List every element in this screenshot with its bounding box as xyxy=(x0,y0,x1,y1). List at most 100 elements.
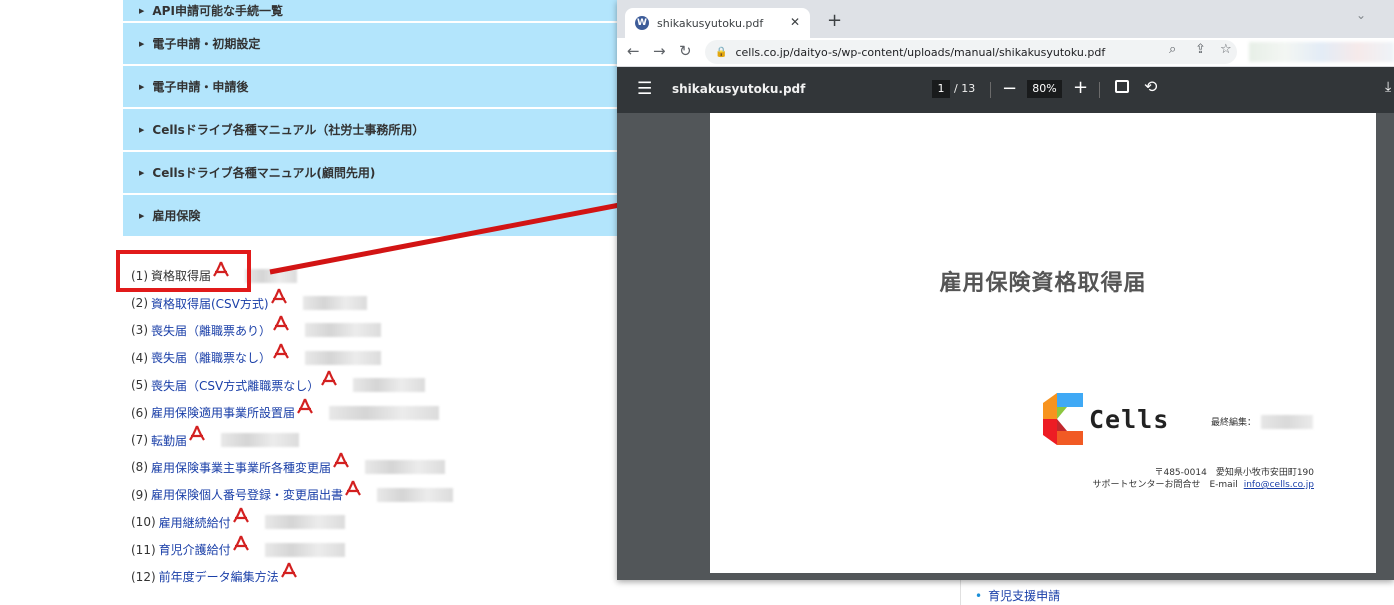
download-icon[interactable]: ⤓ xyxy=(1385,79,1391,95)
document-link[interactable]: 喪失届（CSV方式離職票なし） xyxy=(151,377,319,394)
document-link[interactable]: 雇用継続給付 xyxy=(159,514,231,531)
page-number-input[interactable]: 1 xyxy=(932,80,950,98)
document-link[interactable]: 喪失届（離職票なし） xyxy=(151,349,271,366)
wordpress-icon: W xyxy=(635,16,649,30)
accordion-api-list[interactable]: ▶ API申請可能な手続一覧 xyxy=(123,0,623,23)
redacted-date xyxy=(353,378,426,393)
document-link[interactable]: 雇用保険個人番号登録・変更届出書 xyxy=(151,486,343,503)
email-link[interactable]: info@cells.co.jp xyxy=(1244,480,1314,490)
zoom-input[interactable]: 80% xyxy=(1027,80,1062,98)
last-edited-label: 最終編集： xyxy=(1211,418,1257,428)
chevron-down-icon[interactable]: ⌄ xyxy=(1356,8,1366,22)
redacted-date xyxy=(245,268,298,283)
pdf-icon[interactable] xyxy=(273,343,289,361)
list-item: (6) 雇用保険適用事業所設置届 xyxy=(131,398,453,426)
accordion-employment-insurance[interactable]: ▶ 雇用保険 xyxy=(123,195,623,238)
browser-tab[interactable]: W shikakusyutoku.pdf ✕ xyxy=(625,8,810,38)
menu-icon[interactable]: ☰ xyxy=(637,79,652,99)
redacted-date xyxy=(221,433,300,448)
pdf-icon[interactable] xyxy=(297,398,313,416)
contact-line: サポートセンターお問合せ E-mail info@cells.co.jp xyxy=(1081,477,1314,490)
divider xyxy=(990,82,991,98)
zoom-in-icon[interactable]: + xyxy=(1073,77,1088,98)
pdf-icon[interactable] xyxy=(189,425,205,443)
list-item: (8) 雇用保険事業主事業所各種変更届 xyxy=(131,452,453,481)
triangle-icon: ▶ xyxy=(139,211,145,220)
accordion-label: 電子申請・初期設定 xyxy=(152,37,261,51)
document-link[interactable]: 雇用保険適用事業所設置届 xyxy=(151,404,295,421)
document-link[interactable]: 資格取得届(CSV方式) xyxy=(151,295,269,312)
pdf-icon[interactable] xyxy=(273,315,289,333)
forward-icon[interactable]: → xyxy=(653,42,666,60)
blurred-extensions xyxy=(1249,42,1394,62)
document-link[interactable]: 前年度データ編集方法 xyxy=(159,568,279,585)
accordion-after-application[interactable]: ▶ 電子申請・申請後 xyxy=(123,66,623,109)
rotate-icon[interactable]: ⟲ xyxy=(1144,77,1157,96)
contact-label: サポートセンターお問合せ E-mail xyxy=(1092,480,1238,490)
list-item: (9) 雇用保険個人番号登録・変更届出書 xyxy=(131,480,454,508)
list-item: (3) 喪失届（離職票あり） xyxy=(131,315,453,344)
accordion-initial-settings[interactable]: ▶ 電子申請・初期設定 xyxy=(123,23,623,66)
share-icon[interactable]: ⇪ xyxy=(1195,42,1206,57)
pdf-icon[interactable] xyxy=(232,535,249,553)
cells-logo-text: Cells xyxy=(1089,405,1170,434)
item-number: (5) xyxy=(131,378,148,393)
bullet-icon: • xyxy=(975,589,983,603)
item-number: (8) xyxy=(131,460,148,475)
document-link[interactable]: 転勤届 xyxy=(151,432,187,449)
document-list: (1) 資格取得届 (2) 資格取得届(CSV方式) (3) 喪失届（離職票あり… xyxy=(131,261,454,591)
close-icon[interactable]: ✕ xyxy=(790,15,800,29)
item-number: (4) xyxy=(131,350,148,365)
list-item: (7) 転勤届 xyxy=(131,425,453,453)
accordion-label: 雇用保険 xyxy=(152,209,201,223)
triangle-icon: ▶ xyxy=(139,125,145,134)
redacted-date xyxy=(377,487,454,502)
list-item: (4) 喪失届（離職票なし） xyxy=(131,343,453,371)
item-number: (9) xyxy=(131,487,148,502)
search-icon[interactable]: ⌕ xyxy=(1169,42,1176,57)
redacted-date xyxy=(329,405,440,420)
pdf-icon[interactable] xyxy=(280,562,297,580)
right-list-item[interactable]: • 育児支援申請 xyxy=(975,587,1060,604)
new-tab-icon[interactable]: + xyxy=(827,10,842,31)
redacted-date xyxy=(264,542,345,557)
redacted-date xyxy=(305,323,382,338)
cells-logo-icon xyxy=(1043,393,1083,445)
accordion-label: Cellsドライブ各種マニュアル（社労士事務所用） xyxy=(152,123,425,137)
redacted-date xyxy=(302,296,367,311)
tab-strip: W shikakusyutoku.pdf ✕ + ⌄ xyxy=(617,0,1394,38)
back-icon[interactable]: ← xyxy=(627,42,640,60)
pdf-icon[interactable] xyxy=(345,480,361,498)
accordion-cells-drive-office[interactable]: ▶ Cellsドライブ各種マニュアル（社労士事務所用） xyxy=(123,109,623,152)
document-link[interactable]: 育児介護給付 xyxy=(159,541,231,558)
pdf-viewer[interactable]: 雇用保険資格取得届 Cells 最終編集： 〒485-0014 愛知県小牧市安田… xyxy=(617,113,1394,580)
document-link[interactable]: 喪失届（離職票あり） xyxy=(151,322,271,339)
accordion-label: Cellsドライブ各種マニュアル(顧問先用) xyxy=(152,166,376,180)
pdf-icon[interactable] xyxy=(232,507,249,525)
item-number: (3) xyxy=(131,323,148,338)
redacted-date xyxy=(365,460,446,475)
pdf-icon[interactable] xyxy=(270,288,287,306)
fit-page-icon[interactable] xyxy=(1115,80,1129,93)
pdf-icon[interactable] xyxy=(333,452,349,470)
address-bar[interactable]: 🔒 cells.co.jp/daityo-s/wp-content/upload… xyxy=(705,40,1237,64)
redacted-date xyxy=(305,350,382,365)
document-link[interactable]: 雇用保険事業主事業所各種変更届 xyxy=(151,459,331,476)
manual-accordion: ▶ API申請可能な手続一覧 ▶ 電子申請・初期設定 ▶ 電子申請・申請後 ▶ Cell… xyxy=(123,0,623,238)
pdf-filename: shikakusyutoku.pdf xyxy=(672,82,806,96)
item-number: (11) xyxy=(131,542,156,557)
redacted-date xyxy=(264,515,345,530)
triangle-icon: ▶ xyxy=(139,168,145,177)
pdf-icon[interactable] xyxy=(321,370,338,388)
reload-icon[interactable]: ↻ xyxy=(679,42,692,60)
item-number: (2) xyxy=(131,296,148,311)
item-number: (6) xyxy=(131,405,148,420)
accordion-cells-drive-client[interactable]: ▶ Cellsドライブ各種マニュアル(顧問先用) xyxy=(123,152,623,195)
zoom-out-icon[interactable]: − xyxy=(1002,78,1017,99)
url-text: cells.co.jp/daityo-s/wp-content/uploads/… xyxy=(735,45,1106,59)
list-item: (10) 雇用継続給付 xyxy=(131,507,453,536)
bookmark-star-icon[interactable]: ☆ xyxy=(1220,42,1232,57)
triangle-icon: ▶ xyxy=(139,82,145,91)
pdf-page: 雇用保険資格取得届 Cells 最終編集： 〒485-0014 愛知県小牧市安田… xyxy=(710,113,1376,573)
list-item: (12) 前年度データ編集方法 xyxy=(131,562,453,590)
